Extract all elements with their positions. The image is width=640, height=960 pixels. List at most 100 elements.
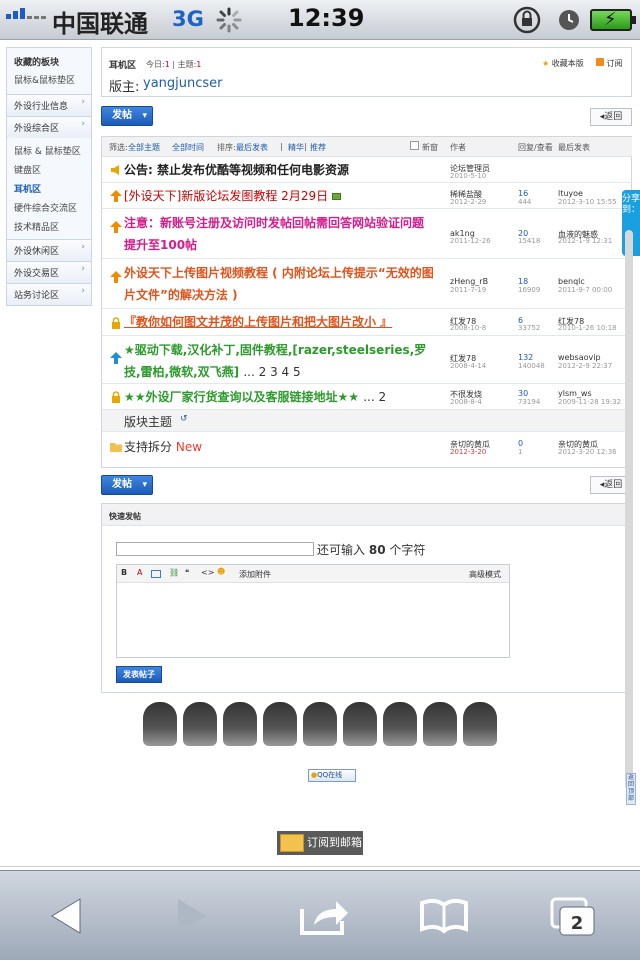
moderator-link[interactable]: yangjuncser xyxy=(143,76,223,91)
sidebar-section-general[interactable]: 外设综合区 xyxy=(7,116,91,138)
attach-button[interactable]: 添加附件 xyxy=(239,569,271,580)
image-icon[interactable] xyxy=(151,570,161,578)
thread-row[interactable]: 『教你如何图文并茂的上传图片和把大图片改小 』 红发78 2008-10-8 6… xyxy=(102,309,632,336)
mouse-image[interactable] xyxy=(343,702,377,746)
thread-row[interactable]: 注意：新账号注册及访问时发帖回帖需回答网站验证问题提升至100帖 ak1ng 2… xyxy=(102,209,632,259)
filter-recommend[interactable]: 推荐 xyxy=(310,142,326,153)
footer-divider xyxy=(0,866,640,867)
thread-row[interactable]: 支持拆分 New 亲切的黄瓜 2012-3-20 0 1 亲切的黄瓜 2012-… xyxy=(102,432,632,462)
filter-all-topics[interactable]: 全部主题 xyxy=(128,142,160,153)
filter-all-time[interactable]: 全部时间 xyxy=(172,142,204,153)
back-to-top-button[interactable]: 返回顶部 xyxy=(626,773,636,805)
thread-last-user[interactable]: websaovip xyxy=(558,353,601,362)
back-arrow-icon[interactable] xyxy=(38,891,98,941)
font-color-icon[interactable]: A xyxy=(137,568,142,577)
rss-link[interactable]: 订阅 xyxy=(596,58,623,69)
forum-stats: 今日:1 | 主题:1 xyxy=(146,60,202,69)
link-icon[interactable]: ⛓ xyxy=(169,568,179,577)
thread-title[interactable]: ★★外设厂家行货查询以及客服链接地址★★ ... 2 xyxy=(124,386,434,408)
forum-header: 耳机区 今日:1 | 主题:1 ★ 收藏本版 订阅 版主: yangjuncse… xyxy=(101,47,632,97)
sidebar-item-mouse[interactable]: 鼠标 & 鼠标垫区 xyxy=(7,141,91,160)
thread-date: 2011-7-19 xyxy=(450,286,487,294)
forward-arrow-icon[interactable] xyxy=(160,891,220,941)
thread-pages[interactable]: ... 2 xyxy=(363,390,386,404)
code-icon[interactable]: <> xyxy=(201,568,214,577)
battery-icon: ⚡ xyxy=(590,9,636,31)
mouse-image[interactable] xyxy=(183,702,217,746)
thread-last-date: 2011-9-7 00:00 xyxy=(558,286,613,294)
new-window-checkbox[interactable] xyxy=(410,141,419,150)
thread-row[interactable]: ★驱动下载,汉化补丁,固件教程,[razer,steelseries,罗技,雷柏… xyxy=(102,336,632,384)
quote-icon[interactable]: ❝ xyxy=(185,568,189,577)
sidebar-section-leisure[interactable]: 外设休闲区 xyxy=(7,239,91,261)
thread-row[interactable]: 公告: 禁止发布优酷等视频和任何电影资源 论坛管理员 2010-5-10 xyxy=(102,157,632,183)
submit-post-button[interactable]: 发表帖子 xyxy=(116,666,162,683)
bookmarks-icon[interactable] xyxy=(414,891,474,941)
thread-views: 73194 xyxy=(518,398,541,406)
thread-views: 1 xyxy=(518,448,523,456)
thread-row[interactable]: 外设天下上传图片视频教程 ( 内附论坛上传提示“无效的图片文件”的解决方法 ) … xyxy=(102,259,632,309)
mouse-image[interactable] xyxy=(303,702,337,746)
thread-title[interactable]: 公告: 禁止发布优酷等视频和任何电影资源 xyxy=(124,159,434,181)
advanced-mode-link[interactable]: 高级模式 xyxy=(469,569,501,580)
thread-last-user[interactable]: ltuyoe xyxy=(558,189,583,198)
thread-title[interactable]: [外设天下]新版论坛发图教程 2月29日 xyxy=(124,185,434,207)
mouse-gallery xyxy=(143,702,503,748)
rss-icon xyxy=(596,58,604,66)
sidebar-item-hardware[interactable]: 硬件综合交流区 xyxy=(7,198,91,217)
sidebar-section-industry[interactable]: 外设行业信息 xyxy=(7,94,91,116)
sidebar-item-keyboard[interactable]: 键盘区 xyxy=(7,160,91,179)
sidebar-fav-item[interactable]: 鼠标&鼠标垫区 xyxy=(7,70,91,94)
moderator-label: 版主: xyxy=(109,80,140,95)
svg-text:2: 2 xyxy=(571,913,584,934)
subject-input[interactable] xyxy=(116,542,314,556)
sort-latest[interactable]: 最后发表 xyxy=(236,142,268,153)
thread-replies: 132 xyxy=(518,353,534,362)
bookmark-link[interactable]: ★ 收藏本版 xyxy=(542,58,584,69)
thread-row[interactable]: ★★外设厂家行货查询以及客服链接地址★★ ... 2 不很发烧 2008-8-4… xyxy=(102,384,632,410)
qq-online-button[interactable]: ●QQ在线 xyxy=(308,769,356,782)
sidebar-section-admin[interactable]: 站务讨论区 xyxy=(7,283,91,305)
bold-icon[interactable]: B xyxy=(121,568,127,577)
filter-digest[interactable]: 精华 xyxy=(288,142,304,153)
thread-date: 2011-12-26 xyxy=(450,237,491,245)
mouse-image[interactable] xyxy=(223,702,257,746)
thread-pages[interactable]: ... 2 3 4 5 xyxy=(243,365,300,379)
share-icon[interactable] xyxy=(292,891,352,941)
mouse-image[interactable] xyxy=(383,702,417,746)
mouse-image[interactable] xyxy=(263,702,297,746)
smiley-icon[interactable]: ☻ xyxy=(217,567,225,576)
thread-title[interactable]: 支持拆分 New xyxy=(124,436,434,458)
collapse-icon[interactable]: ↺ xyxy=(180,414,188,424)
char-hint: 还可输入 80 个字符 xyxy=(317,543,426,557)
thread-title[interactable]: ★驱动下载,汉化补丁,固件教程,[razer,steelseries,罗技,雷柏… xyxy=(124,339,434,383)
thread-row[interactable]: [外设天下]新版论坛发图教程 2月29日 稀稀盐酸 2012-2-29 16 4… xyxy=(102,183,632,209)
sidebar-item-tech[interactable]: 技术精品区 xyxy=(7,217,91,236)
post-button-bottom[interactable]: 发帖 xyxy=(101,475,153,495)
hot-thread-icon xyxy=(110,352,122,364)
thread-last-user[interactable]: ylsm_ws xyxy=(558,389,592,398)
mouse-image[interactable] xyxy=(143,702,177,746)
subscribe-email-button[interactable]: 订阅到邮箱 xyxy=(277,831,363,855)
back-button[interactable]: ◂返回 xyxy=(590,108,632,126)
web-page: 收藏的板块 鼠标&鼠标垫区 外设行业信息 外设综合区 鼠标 & 鼠标垫区 键盘区… xyxy=(0,40,640,870)
sidebar-item-headphones[interactable]: 耳机区 xyxy=(7,179,91,198)
sidebar-section-trade[interactable]: 外设交易区 xyxy=(7,261,91,283)
thread-last-date: 2009-11-28 19:32 xyxy=(558,398,622,406)
status-bar: 中国联通 3G 12:39 ⚡ xyxy=(0,0,640,40)
thread-last-user[interactable]: benqlc xyxy=(558,277,585,286)
section-title: 版块主题 xyxy=(124,415,173,429)
thread-title[interactable]: 注意：新账号注册及访问时发帖回帖需回答网站验证问题提升至100帖 xyxy=(124,212,434,256)
star-icon: ★ xyxy=(542,59,550,68)
col-replies: 回复/查看 xyxy=(518,143,553,152)
thread-title[interactable]: 外设天下上传图片视频教程 ( 内附论坛上传提示“无效的图片文件”的解决方法 ) xyxy=(124,262,434,306)
thread-replies: 0 xyxy=(518,439,524,448)
mouse-image[interactable] xyxy=(423,702,457,746)
mouse-image[interactable] xyxy=(463,702,497,746)
post-button[interactable]: 发帖 xyxy=(101,106,153,126)
forum-sidebar: 收藏的板块 鼠标&鼠标垫区 外设行业信息 外设综合区 鼠标 & 鼠标垫区 键盘区… xyxy=(6,47,92,306)
scrollbar[interactable] xyxy=(625,230,633,790)
thread-title[interactable]: 『教你如何图文并茂的上传图片和把大图片改小 』 xyxy=(124,311,434,333)
thread-author[interactable]: zHeng_rB xyxy=(450,277,488,286)
tabs-icon[interactable]: 2 xyxy=(544,891,604,941)
